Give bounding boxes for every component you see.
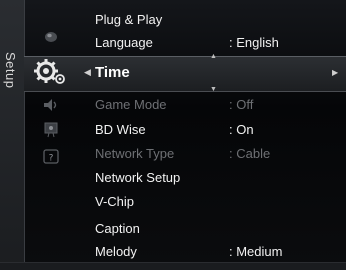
menu-category-sidebar: Setup	[0, 0, 25, 270]
svg-text:?: ?	[49, 154, 54, 164]
menu-item-bd-wise[interactable]: BD Wise	[95, 122, 146, 137]
input-icon[interactable]: ?	[36, 146, 66, 168]
menu-item-language[interactable]: Language	[95, 35, 153, 50]
setup-menu-osd: Setup ? ◀ ▶ ▲ ▼ Plug & Play Language: E…	[0, 0, 346, 270]
picture-icon[interactable]	[36, 26, 66, 48]
sound-icon[interactable]	[36, 94, 66, 116]
menu-item-caption[interactable]: Caption	[95, 221, 140, 236]
language-value: : English	[229, 35, 279, 50]
bottom-strip	[0, 262, 346, 270]
menu-item-melody[interactable]: Melody	[95, 244, 137, 259]
right-arrow-icon: ▶	[332, 68, 339, 77]
melody-value: : Medium	[229, 244, 283, 259]
menu-item-network-setup[interactable]: Network Setup	[95, 170, 180, 185]
scroll-up-indicator-icon: ▲	[210, 53, 217, 60]
menu-item-game-mode: Game Mode	[95, 97, 167, 112]
sidebar-category-label: Setup	[3, 52, 18, 89]
channel-icon[interactable]	[36, 118, 66, 140]
network-type-value: : Cable	[229, 146, 271, 161]
category-icon-column: ?	[24, 0, 82, 270]
menu-item-plug-and-play[interactable]: Plug & Play	[95, 12, 162, 27]
setup-gear-icon[interactable]	[30, 55, 70, 89]
menu-item-time-selected[interactable]: Time	[95, 64, 130, 81]
game-mode-value: : Off	[229, 97, 254, 112]
selected-row-highlight	[24, 56, 346, 92]
scroll-down-indicator-icon: ▼	[210, 86, 217, 93]
menu-item-v-chip[interactable]: V-Chip	[95, 194, 134, 209]
bd-wise-value: : On	[229, 122, 254, 137]
menu-item-network-type: Network Type	[95, 146, 175, 161]
left-arrow-icon: ◀	[84, 67, 91, 77]
